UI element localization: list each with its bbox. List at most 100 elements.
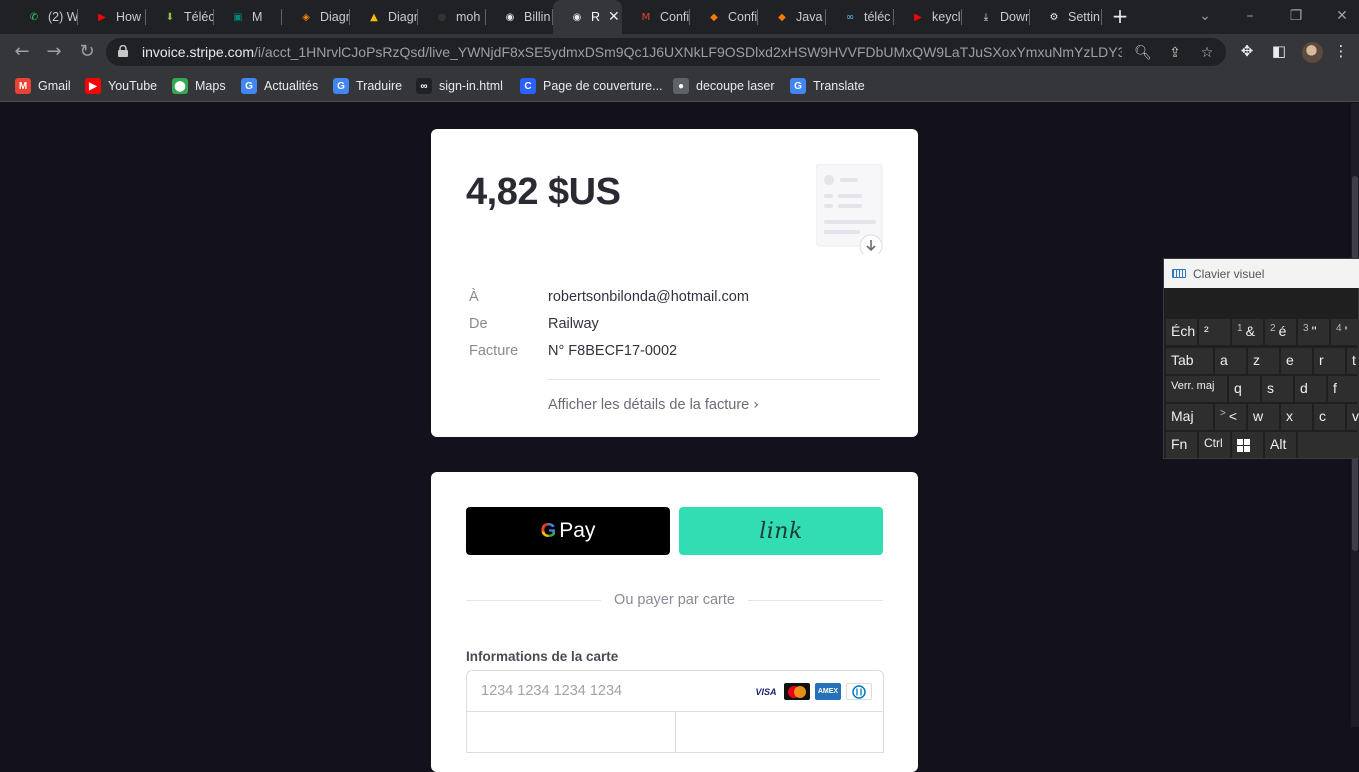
tab-7[interactable]: ◉ Billin xyxy=(486,0,553,34)
tab-9[interactable]: M Confi xyxy=(622,0,690,34)
key-f[interactable]: f xyxy=(1328,376,1359,402)
key-c[interactable]: c xyxy=(1314,404,1345,430)
key-alt[interactable]: Alt xyxy=(1265,432,1296,458)
field-divider xyxy=(675,711,676,753)
card-number-input[interactable]: 1234 1234 1234 1234 VISA AMEX xyxy=(466,670,884,712)
key-q[interactable]: q xyxy=(1229,376,1260,402)
bookmark-0[interactable]: M Gmail xyxy=(15,76,71,96)
tab-label: M xyxy=(252,10,263,24)
tab-search-icon[interactable]: ⌄ xyxy=(1190,4,1220,28)
tab-11[interactable]: ◆ Java xyxy=(758,0,826,34)
google-g-icon: G xyxy=(540,519,557,542)
tab-0[interactable]: ✆ (2) W xyxy=(10,0,78,34)
gmail-icon: M xyxy=(641,11,651,23)
tab-15[interactable]: ⚙ Settin xyxy=(1030,0,1102,34)
tab-2[interactable]: ⬇ Téléc xyxy=(146,0,214,34)
youtube-icon: ▶ xyxy=(914,11,922,23)
reload-icon[interactable]: ↻ xyxy=(75,40,99,64)
restore-icon[interactable]: ❐ xyxy=(1281,4,1311,28)
key-main: & xyxy=(1245,323,1255,339)
invoice-download-icon[interactable] xyxy=(816,164,884,254)
close-window-icon[interactable]: ✕ xyxy=(1327,4,1357,28)
tab-3[interactable]: ▣ M xyxy=(214,0,282,34)
key-shift[interactable]: Maj xyxy=(1166,404,1213,430)
key-x[interactable]: x xyxy=(1281,404,1312,430)
tab-10[interactable]: ◆ Confi xyxy=(690,0,758,34)
maps-icon: ⬤ xyxy=(172,78,188,94)
key-quote[interactable]: 3 " xyxy=(1298,319,1329,345)
tab-12[interactable]: ∞ téléc xyxy=(826,0,894,34)
keyboard-title-bar[interactable]: Clavier visuel xyxy=(1164,259,1359,288)
bookmark-star-icon[interactable]: ☆ xyxy=(1198,44,1216,62)
key-z[interactable]: z xyxy=(1248,348,1279,374)
key-fn[interactable]: Fn xyxy=(1166,432,1197,458)
key-less-than[interactable]: > < xyxy=(1215,404,1246,430)
key-t[interactable]: t xyxy=(1347,348,1359,374)
key-s[interactable]: s xyxy=(1262,376,1293,402)
key-e[interactable]: e xyxy=(1281,348,1312,374)
tab-1[interactable]: ▶ How xyxy=(78,0,146,34)
profile-avatar[interactable] xyxy=(1302,42,1323,63)
minimize-icon[interactable]: – xyxy=(1235,4,1265,28)
tab-4[interactable]: ◈ Diagr xyxy=(282,0,350,34)
new-tab-button[interactable]: + xyxy=(1110,6,1130,26)
bookmark-6[interactable]: C Page de couverture... xyxy=(520,76,663,96)
key-sub-1: 1 xyxy=(1237,323,1243,334)
tab-14[interactable]: ⤓ Down xyxy=(962,0,1030,34)
zoom-icon[interactable]: 🔍︎ xyxy=(1134,44,1152,62)
key-d[interactable]: d xyxy=(1295,376,1326,402)
bookmark-3[interactable]: G Actualités xyxy=(241,76,318,96)
bookmark-8[interactable]: G Translate xyxy=(790,76,865,96)
keyboard-title: Clavier visuel xyxy=(1193,266,1265,281)
tab-5[interactable]: ▲ Diagr xyxy=(350,0,418,34)
tab-label: Billin xyxy=(524,10,551,24)
share-icon[interactable]: ⇪ xyxy=(1166,44,1184,62)
bookmark-7[interactable]: ● decoupe laser xyxy=(673,76,775,96)
extensions-icon[interactable]: ✥ xyxy=(1237,41,1257,61)
menu-icon[interactable]: ⋮ xyxy=(1331,41,1351,61)
bookmark-1[interactable]: ▶ YouTube xyxy=(85,76,157,96)
card-expiry-cvc-row[interactable] xyxy=(466,711,884,753)
key-caps-lock[interactable]: Verr. maj xyxy=(1166,376,1227,402)
to-label: À xyxy=(469,289,479,305)
bookmark-5[interactable]: ∞ sign-in.html xyxy=(416,76,503,96)
key-esc[interactable]: Éch xyxy=(1166,319,1197,345)
key-w[interactable]: w xyxy=(1248,404,1279,430)
tab-6[interactable]: ● moh xyxy=(418,0,486,34)
key-v[interactable]: v xyxy=(1347,404,1359,430)
side-panel-icon[interactable]: ◧ xyxy=(1269,41,1289,61)
tab-label: moh xyxy=(456,10,481,24)
key-main: " xyxy=(1311,323,1317,339)
key-windows[interactable] xyxy=(1232,432,1263,458)
close-tab-icon[interactable]: ✕ xyxy=(608,9,620,25)
key-apostrophe[interactable]: 4 ' xyxy=(1331,319,1359,345)
key-r[interactable]: r xyxy=(1314,348,1345,374)
tab-8[interactable]: ◉ R ✕ xyxy=(553,0,622,34)
key-ampersand[interactable]: 1 & xyxy=(1232,319,1263,345)
key-superscript-two[interactable]: ² xyxy=(1199,319,1230,345)
tab-13[interactable]: ▶ keycl xyxy=(894,0,962,34)
bookmark-label: Actualités xyxy=(264,79,319,93)
bookmark-label: Traduire xyxy=(356,79,403,93)
to-value: robertsonbilonda@hotmail.com xyxy=(548,289,749,305)
google-pay-button[interactable]: G Pay xyxy=(466,507,670,555)
view-invoice-details-link[interactable]: Afficher les détails de la facture › xyxy=(548,397,759,413)
bookmark-4[interactable]: G Traduire xyxy=(333,76,402,96)
bookmark-2[interactable]: ⬤ Maps xyxy=(172,76,226,96)
card-number-placeholder: 1234 1234 1234 1234 xyxy=(481,683,623,699)
whatsapp-icon: ✆ xyxy=(29,11,39,23)
key-ctrl[interactable]: Ctrl xyxy=(1199,432,1230,458)
mastercard-icon xyxy=(784,683,810,700)
key-space[interactable] xyxy=(1298,432,1359,458)
or-pay-by-card-text: Ou payer par carte xyxy=(614,592,735,608)
address-bar[interactable]: invoice.stripe.com/i/acct_1HNrvlCJoPsRzQ… xyxy=(106,38,1226,66)
link-pay-button[interactable]: link xyxy=(679,507,883,555)
youtube-icon: ▶ xyxy=(98,11,106,23)
key-a[interactable]: a xyxy=(1215,348,1246,374)
circle-icon: ● xyxy=(673,78,689,94)
key-e-acute[interactable]: 2é xyxy=(1265,319,1296,345)
back-icon[interactable]: ← xyxy=(10,40,34,64)
key-tab[interactable]: Tab xyxy=(1166,348,1213,374)
forward-icon[interactable]: → xyxy=(42,40,66,64)
chevron-right-icon: › xyxy=(753,397,760,413)
